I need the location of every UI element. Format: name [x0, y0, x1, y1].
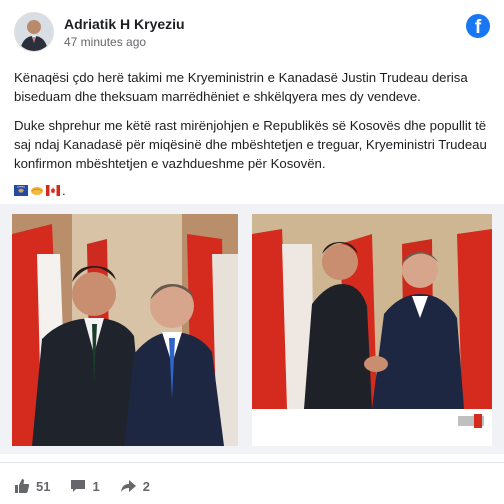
comment-icon: [71, 480, 86, 492]
author-name[interactable]: Adriatik H Kryeziu: [64, 16, 185, 32]
comment-count: 1: [92, 478, 100, 494]
like-count: 51: [36, 478, 51, 494]
post-text: Kënaqësi çdo herë takimi me Kryeministri…: [14, 68, 490, 200]
share-count: 2: [142, 478, 150, 494]
post-timestamp[interactable]: 47 minutes ago: [64, 35, 185, 49]
post-paragraph-2: Duke shprehur me këtë rast mirënjohjen e…: [14, 118, 487, 171]
facebook-icon: f: [466, 14, 490, 38]
photo-2[interactable]: [252, 214, 492, 446]
emoji-trailing-text: .: [62, 183, 66, 198]
facebook-post-card: Adriatik H Kryeziu 47 minutes ago f Këna…: [0, 0, 504, 504]
comment-button[interactable]: 1: [70, 478, 100, 494]
avatar[interactable]: [14, 12, 54, 52]
share-icon: [120, 480, 136, 492]
thumbs-up-icon: [15, 479, 30, 493]
kosovo-flag-icon: [14, 185, 28, 196]
post-paragraph-1: Kënaqësi çdo herë takimi me Kryeministri…: [14, 70, 468, 104]
handshake-icon: [31, 187, 43, 195]
share-button[interactable]: 2: [120, 478, 150, 494]
canada-flag-icon: [46, 185, 60, 196]
like-button[interactable]: 51: [14, 478, 50, 494]
photo-gallery: [0, 204, 504, 454]
post-footer: 51 1 2: [14, 478, 170, 494]
footer-divider: [0, 462, 504, 463]
emoji-line: .: [14, 181, 490, 200]
photo-1[interactable]: [12, 214, 238, 446]
post-header: Adriatik H Kryeziu 47 minutes ago: [14, 12, 185, 52]
